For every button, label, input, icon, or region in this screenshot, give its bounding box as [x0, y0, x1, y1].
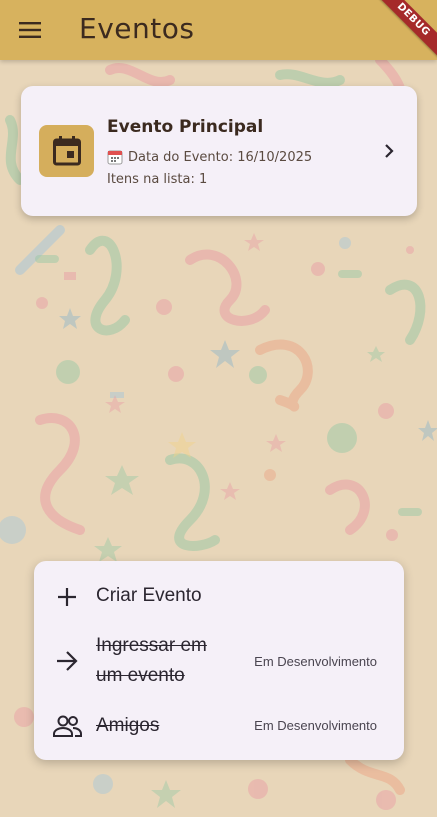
menu-icon: [19, 22, 41, 38]
arrow-right-icon: [57, 651, 78, 671]
app-bar: Eventos DEBUG: [0, 0, 437, 62]
calendar-icon: [52, 136, 81, 166]
menu-button[interactable]: [14, 14, 46, 46]
join-event-button[interactable]: Ingressar em um evento Em Desenvolviment…: [34, 631, 404, 693]
plus-icon: [58, 588, 76, 606]
debug-banner: DEBUG: [371, 0, 437, 62]
chevron-right-icon[interactable]: [379, 141, 399, 161]
people-icon: [53, 715, 82, 737]
friends-status: Em Desenvolvimento: [254, 718, 377, 733]
calendar-emoji-icon: [107, 150, 123, 165]
event-date: Data do Evento: 16/10/2025: [107, 149, 312, 165]
action-menu: Criar Evento Ingressar em um evento Em D…: [34, 561, 404, 760]
create-event-button[interactable]: Criar Evento: [34, 579, 404, 613]
event-icon-container: [39, 125, 94, 177]
event-items-count: Itens na lista: 1: [107, 172, 208, 187]
friends-button[interactable]: Amigos Em Desenvolvimento: [34, 711, 404, 741]
join-event-label: Ingressar em um evento: [96, 635, 207, 686]
create-event-label: Criar Evento: [96, 585, 202, 606]
join-event-status: Em Desenvolvimento: [254, 654, 377, 669]
event-card[interactable]: Evento Principal Data do Evento: 16/10/2…: [21, 86, 417, 216]
friends-label: Amigos: [96, 715, 160, 736]
event-name: Evento Principal: [107, 117, 264, 137]
event-date-text: Data do Evento: 16/10/2025: [128, 149, 313, 165]
page-title: Eventos: [79, 12, 195, 45]
